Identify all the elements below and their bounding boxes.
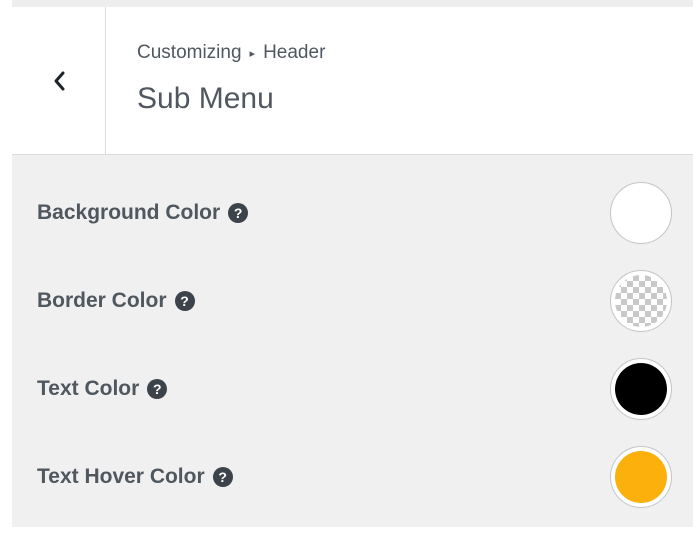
- help-icon[interactable]: ?: [212, 467, 233, 487]
- setting-label: Background Color: [37, 201, 221, 224]
- color-picker-button[interactable]: [610, 182, 672, 244]
- help-icon[interactable]: ?: [228, 203, 249, 223]
- setting-row-text-color: Text Color ?: [12, 354, 693, 424]
- footer-spacer: [0, 527, 693, 555]
- top-divider: [12, 0, 693, 7]
- back-button[interactable]: [12, 7, 106, 154]
- setting-label: Border Color: [37, 289, 167, 312]
- color-swatch: [615, 363, 667, 415]
- title-block: Customizing ▸ Header Sub Menu: [137, 40, 325, 116]
- breadcrumb: Customizing ▸ Header: [137, 40, 325, 66]
- section-header: Customizing ▸ Header Sub Menu: [12, 7, 693, 155]
- breadcrumb-parent: Customizing: [137, 42, 242, 63]
- breadcrumb-separator-icon: ▸: [249, 47, 256, 60]
- page-title: Sub Menu: [137, 82, 274, 115]
- help-icon[interactable]: ?: [147, 379, 168, 399]
- setting-label: Text Hover Color: [37, 465, 205, 488]
- color-swatch: [615, 275, 667, 327]
- color-picker-button[interactable]: [610, 270, 672, 332]
- setting-row-border-color: Border Color ?: [12, 266, 693, 336]
- chevron-left-icon: [52, 70, 66, 92]
- color-swatch: [615, 451, 667, 503]
- setting-row-text-hover-color: Text Hover Color ?: [12, 442, 693, 512]
- color-picker-button[interactable]: [610, 358, 672, 420]
- color-settings-panel: Background Color ? Border Color ? Text C…: [12, 155, 693, 527]
- setting-row-background-color: Background Color ?: [12, 178, 693, 248]
- color-swatch: [615, 187, 667, 239]
- help-icon[interactable]: ?: [174, 291, 195, 311]
- breadcrumb-current: Header: [263, 42, 326, 63]
- setting-label: Text Color: [37, 377, 140, 400]
- customizer-frame: Customizing ▸ Header Sub Menu Background…: [0, 0, 693, 555]
- color-picker-button[interactable]: [610, 446, 672, 508]
